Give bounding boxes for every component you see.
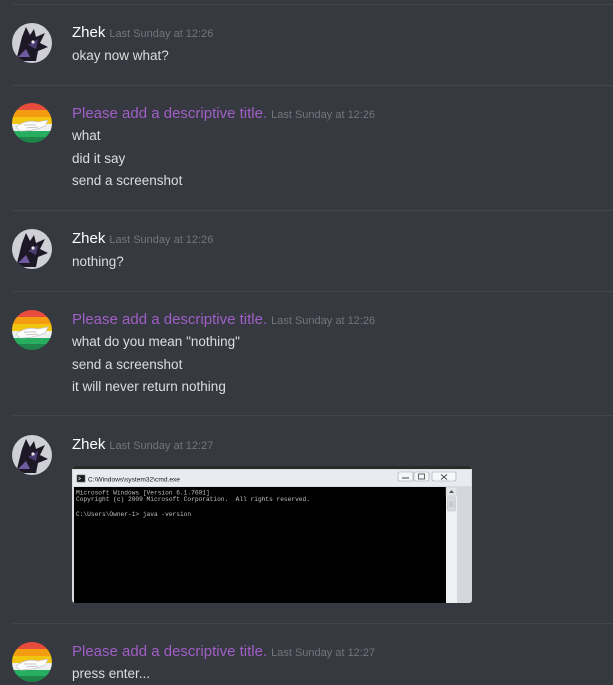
- maximize-icon[interactable]: [413, 471, 430, 482]
- close-icon[interactable]: [431, 471, 457, 482]
- wolf-avatar-icon[interactable]: [12, 229, 52, 269]
- message-text: did it say: [72, 151, 126, 166]
- message-divider: [12, 210, 613, 211]
- username[interactable]: Zhek: [72, 24, 105, 41]
- minimize-icon[interactable]: [397, 471, 414, 482]
- message-divider: [12, 85, 613, 86]
- rainbow-hand-avatar-icon[interactable]: [12, 310, 52, 350]
- username[interactable]: Please add a descriptive title.: [72, 105, 267, 122]
- console-line: C:\Users\Owner-1> java -version: [76, 511, 191, 518]
- image-attachment[interactable]: C:\Windows\system32\cmd.exe Microsoft Wi…: [72, 466, 472, 603]
- message-divider: [12, 415, 613, 416]
- wolf-avatar-icon[interactable]: [12, 23, 52, 63]
- username[interactable]: Please add a descriptive title.: [72, 311, 267, 328]
- message-text: what do you mean "nothing": [72, 334, 240, 349]
- timestamp: Last Sunday at 12:26: [271, 315, 376, 327]
- message-text: okay now what?: [72, 48, 169, 63]
- timestamp: Last Sunday at 12:26: [109, 234, 214, 246]
- console-scrollbar[interactable]: [445, 486, 458, 603]
- console-icon: [76, 474, 86, 483]
- rainbow-hand-avatar-icon[interactable]: [12, 642, 52, 682]
- username[interactable]: Please add a descriptive title.: [72, 643, 267, 660]
- console-output: [74, 487, 446, 603]
- message-text: send a screenshot: [72, 173, 183, 188]
- chat-messages: Zhek Last Sunday at 12:26 okay now what? …: [0, 0, 613, 685]
- wolf-avatar-icon[interactable]: [12, 435, 52, 475]
- message-text: it will never return nothing: [72, 379, 226, 394]
- cmd-window-screenshot: C:\Windows\system32\cmd.exe Microsoft Wi…: [72, 466, 472, 603]
- message-text: send a screenshot: [72, 357, 183, 372]
- timestamp: Last Sunday at 12:26: [109, 28, 214, 40]
- window-title: C:\Windows\system32\cmd.exe: [88, 477, 180, 484]
- console-line: Copyright (c) 2009 Microsoft Corporation…: [76, 496, 310, 503]
- message-text: what: [72, 128, 101, 143]
- message-text: press enter...: [72, 666, 151, 681]
- username[interactable]: Zhek: [72, 436, 105, 453]
- timestamp: Last Sunday at 12:26: [271, 109, 376, 121]
- message-text: nothing?: [72, 254, 124, 269]
- username[interactable]: Zhek: [72, 230, 105, 247]
- rainbow-hand-avatar-icon[interactable]: [12, 103, 52, 143]
- message-divider: [12, 291, 613, 292]
- message-divider: [12, 623, 613, 624]
- message-divider: [12, 4, 613, 5]
- timestamp: Last Sunday at 12:27: [109, 440, 214, 452]
- timestamp: Last Sunday at 12:27: [271, 647, 376, 659]
